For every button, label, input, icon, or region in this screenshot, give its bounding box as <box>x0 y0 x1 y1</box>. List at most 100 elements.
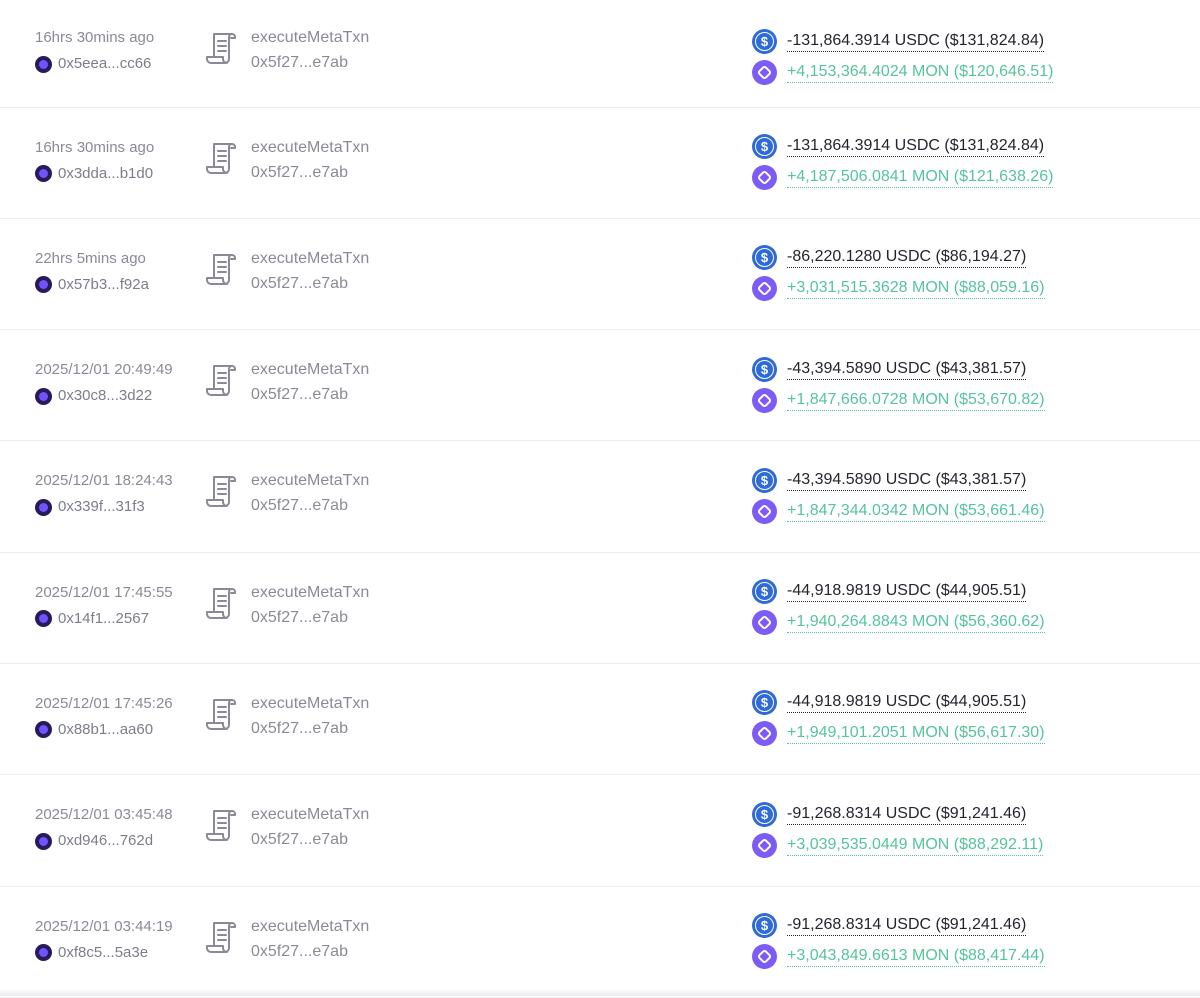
outgoing-amount[interactable]: -91,268.8314 USDC ($91,241.46) <box>787 804 1027 825</box>
method-column: executeMetaTxn 0x5f27...e7ab <box>205 471 605 516</box>
outgoing-amount[interactable]: -44,918.9819 USDC ($44,905.51) <box>787 581 1027 603</box>
mon-token-icon <box>752 165 777 190</box>
incoming-transfer: +1,847,344.0342 MON ($53,661.46) <box>752 498 1192 524</box>
contract-address-link[interactable]: 0x5f27...e7ab <box>251 942 369 962</box>
outgoing-amount[interactable]: -91,268.8314 USDC ($91,241.46) <box>787 915 1027 937</box>
incoming-amount[interactable]: +4,153,364.4024 MON ($120,646.51) <box>787 62 1054 83</box>
contract-address-link[interactable]: 0x5f27...e7ab <box>251 53 369 73</box>
sender[interactable]: 0x339f...31f3 <box>35 497 205 517</box>
contract-address-link[interactable]: 0x5f27...e7ab <box>251 274 369 294</box>
time-column: 2025/12/01 20:49:49 0x30c8...3d22 <box>35 360 205 406</box>
amounts-column: $ -91,268.8314 USDC ($91,241.46) +3,043,… <box>752 913 1192 970</box>
mon-token-icon <box>752 610 777 636</box>
mon-token-icon <box>752 387 777 413</box>
time-column: 16hrs 30mins ago 0x3dda...b1d0 <box>35 138 205 184</box>
outgoing-amount[interactable]: -43,394.5890 USDC ($43,381.57) <box>787 470 1027 491</box>
contract-address-link[interactable]: 0x5f27...e7ab <box>251 496 369 516</box>
outgoing-transfer: $ -44,918.9819 USDC ($44,905.51) <box>752 579 1192 605</box>
incoming-amount[interactable]: +1,940,264.8843 MON ($56,360.62) <box>787 612 1045 634</box>
address-avatar-icon <box>35 276 52 294</box>
address-avatar-icon <box>35 498 52 516</box>
sender-address-link[interactable]: 0x339f...31f3 <box>58 497 145 517</box>
scroll-icon <box>206 476 236 508</box>
outgoing-amount[interactable]: -86,220.1280 USDC ($86,194.27) <box>787 247 1027 269</box>
transaction-time: 22hrs 5mins ago <box>35 249 146 267</box>
transaction-row: 2025/12/01 17:45:26 0x88b1...aa60 execut… <box>0 664 1200 776</box>
usdc-token-icon: $ <box>752 467 777 493</box>
address-avatar-icon <box>35 944 52 962</box>
contract-address-link[interactable]: 0x5f27...e7ab <box>251 608 369 628</box>
sender[interactable]: 0x14f1...2567 <box>35 609 205 629</box>
sender[interactable]: 0xf8c5...5a3e <box>35 943 205 963</box>
incoming-amount[interactable]: +3,043,849.6613 MON ($88,417.44) <box>787 946 1045 968</box>
sender-address-link[interactable]: 0x88b1...aa60 <box>58 720 153 740</box>
transaction-row: 16hrs 30mins ago 0x5eea...cc66 executeMe… <box>0 0 1200 108</box>
sender-address-link[interactable]: 0x5eea...cc66 <box>58 54 151 74</box>
sender-address-link[interactable]: 0x57b3...f92a <box>58 275 149 295</box>
scroll-icon <box>206 587 236 619</box>
outgoing-amount[interactable]: -131,864.3914 USDC ($131,824.84) <box>787 136 1045 157</box>
incoming-amount[interactable]: +1,949,101.2051 MON ($56,617.30) <box>787 723 1045 745</box>
amounts-column: $ -43,394.5890 USDC ($43,381.57) +1,847,… <box>752 356 1192 413</box>
time-column: 2025/12/01 03:44:19 0xf8c5...5a3e <box>35 917 205 963</box>
sender-address-link[interactable]: 0x3dda...b1d0 <box>58 164 153 184</box>
transaction-time: 16hrs 30mins ago <box>35 138 155 156</box>
contract-address-link[interactable]: 0x5f27...e7ab <box>251 719 369 739</box>
address-avatar-icon <box>35 721 52 739</box>
incoming-amount[interactable]: +1,847,344.0342 MON ($53,661.46) <box>787 501 1045 522</box>
transaction-time: 2025/12/01 17:45:26 <box>35 694 173 712</box>
incoming-transfer: +1,949,101.2051 MON ($56,617.30) <box>752 721 1192 747</box>
sender-address-link[interactable]: 0x14f1...2567 <box>58 609 149 629</box>
sender-address-link[interactable]: 0xf8c5...5a3e <box>58 943 148 963</box>
outgoing-transfer: $ -43,394.5890 USDC ($43,381.57) <box>752 356 1192 382</box>
transaction-row: 2025/12/01 20:49:49 0x30c8...3d22 execut… <box>0 330 1200 442</box>
time-column: 2025/12/01 03:45:48 0xd946...762d <box>35 805 205 851</box>
method-name: executeMetaTxn <box>251 138 370 156</box>
method-name: executeMetaTxn <box>251 249 370 267</box>
amounts-column: $ -91,268.8314 USDC ($91,241.46) +3,039,… <box>752 801 1192 858</box>
incoming-transfer: +3,039,535.0449 MON ($88,292.11) <box>752 832 1192 858</box>
outgoing-amount[interactable]: -44,918.9819 USDC ($44,905.51) <box>787 692 1027 714</box>
outgoing-transfer: $ -86,220.1280 USDC ($86,194.27) <box>752 245 1192 271</box>
incoming-amount[interactable]: +3,031,515.3628 MON ($88,059.16) <box>787 278 1045 300</box>
method-name: executeMetaTxn <box>251 361 370 379</box>
time-column: 22hrs 5mins ago 0x57b3...f92a <box>35 249 205 295</box>
contract-address-link[interactable]: 0x5f27...e7ab <box>251 163 369 183</box>
sender-address-link[interactable]: 0x30c8...3d22 <box>58 386 152 406</box>
address-avatar-icon <box>35 832 52 850</box>
scroll-icon <box>206 921 236 953</box>
method-name: executeMetaTxn <box>251 29 370 46</box>
transaction-row: 2025/12/01 03:44:19 0xf8c5...5a3e execut… <box>0 887 1200 998</box>
contract-address-link[interactable]: 0x5f27...e7ab <box>251 385 369 405</box>
method-column: executeMetaTxn 0x5f27...e7ab <box>205 583 605 628</box>
amounts-column: $ -43,394.5890 USDC ($43,381.57) +1,847,… <box>752 467 1192 524</box>
usdc-token-icon: $ <box>752 579 777 605</box>
outgoing-transfer: $ -91,268.8314 USDC ($91,241.46) <box>752 913 1192 939</box>
time-column: 2025/12/01 17:45:26 0x88b1...aa60 <box>35 694 205 740</box>
sender[interactable]: 0x30c8...3d22 <box>35 386 205 406</box>
outgoing-transfer: $ -131,864.3914 USDC ($131,824.84) <box>752 28 1192 54</box>
incoming-transfer: +4,187,506.0841 MON ($121,638.26) <box>752 165 1192 191</box>
contract-address-link[interactable]: 0x5f27...e7ab <box>251 830 369 850</box>
sender[interactable]: 0x88b1...aa60 <box>35 720 205 740</box>
address-avatar-icon <box>35 387 52 405</box>
outgoing-amount[interactable]: -131,864.3914 USDC ($131,824.84) <box>787 31 1045 52</box>
mon-token-icon <box>752 832 777 858</box>
incoming-amount[interactable]: +4,187,506.0841 MON ($121,638.26) <box>787 167 1054 188</box>
method-name: executeMetaTxn <box>251 694 370 712</box>
outgoing-amount[interactable]: -43,394.5890 USDC ($43,381.57) <box>787 359 1027 380</box>
sender[interactable]: 0xd946...762d <box>35 831 205 851</box>
incoming-amount[interactable]: +1,847,666.0728 MON ($53,670.82) <box>787 390 1045 411</box>
address-avatar-icon <box>35 55 52 73</box>
sender-address-link[interactable]: 0xd946...762d <box>58 831 153 851</box>
transaction-row: 22hrs 5mins ago 0x57b3...f92a executeMet… <box>0 219 1200 331</box>
amounts-column: $ -131,864.3914 USDC ($131,824.84) +4,18… <box>752 134 1192 191</box>
incoming-amount[interactable]: +3,039,535.0449 MON ($88,292.11) <box>787 835 1044 856</box>
sender[interactable]: 0x3dda...b1d0 <box>35 164 205 184</box>
usdc-token-icon: $ <box>752 913 777 939</box>
usdc-token-icon: $ <box>752 690 777 716</box>
sender[interactable]: 0x5eea...cc66 <box>35 54 205 74</box>
sender[interactable]: 0x57b3...f92a <box>35 275 205 295</box>
incoming-transfer: +3,043,849.6613 MON ($88,417.44) <box>752 944 1192 970</box>
transaction-time: 2025/12/01 03:45:48 <box>35 806 173 824</box>
